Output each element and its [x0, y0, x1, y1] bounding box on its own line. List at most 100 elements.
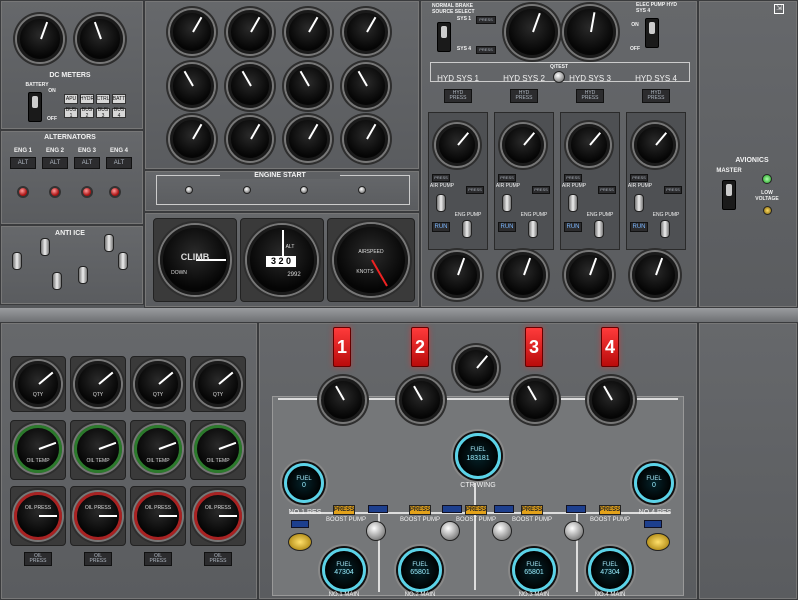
eng-pump-press-1: PRESS: [466, 186, 484, 194]
air-pump-label-4: AIR PUMP: [627, 183, 653, 189]
eng-pump-switch-2[interactable]: [528, 220, 538, 238]
engine-start-1[interactable]: [185, 186, 193, 194]
oil-press-gauge-2: OIL PRESS: [74, 492, 122, 540]
avionics-master-switch[interactable]: [722, 180, 736, 210]
dc-btn-bus1[interactable]: BUS 1: [64, 107, 78, 119]
right-blank-panel: [698, 322, 798, 600]
alt-3-switch[interactable]: [81, 186, 93, 198]
xfeed-valve-3[interactable]: [494, 505, 514, 513]
eng-pump-switch-1[interactable]: [462, 220, 472, 238]
elec-pump-switch[interactable]: [645, 18, 659, 48]
engine-egt-gauge-3: [286, 64, 330, 108]
fuel-no2-main-value: 65801: [410, 569, 430, 577]
oil-qty-label-3: QTY: [152, 392, 164, 398]
anti-ice-switch-4[interactable]: [78, 266, 88, 284]
oil-press-button-3[interactable]: OIL PRESS: [144, 552, 172, 566]
fuel-no1-main-gauge: FUEL 47304: [322, 548, 366, 592]
alt-2-switch[interactable]: [49, 186, 61, 198]
run-button-1[interactable]: RUN: [432, 222, 450, 232]
anti-ice-switch-3[interactable]: [52, 272, 62, 290]
alt-3-button[interactable]: ALT: [74, 157, 100, 169]
airspeed-label: AIRSPEED: [358, 249, 384, 255]
hyd-press-gauge-1: [436, 124, 478, 166]
fire-handle-4[interactable]: 4: [601, 327, 619, 367]
fire-handle-3[interactable]: 3: [525, 327, 543, 367]
brake-sys4-label: SYS 4: [456, 46, 472, 52]
air-pump-switch-3[interactable]: [568, 194, 578, 212]
crossfeed-knob-3[interactable]: [492, 521, 512, 541]
oil-press-button-1[interactable]: OIL PRESS: [24, 552, 52, 566]
crossfeed-knob-2[interactable]: [440, 521, 460, 541]
no4-main-label: NO.4 MAIN: [594, 592, 626, 598]
fuel-ctr-value: 183181: [466, 455, 490, 463]
brake-source-switch[interactable]: [437, 22, 451, 52]
oil-qty-gauge-4: QTY: [195, 361, 241, 407]
alt-2-button[interactable]: ALT: [42, 157, 68, 169]
xfeed-valve-4[interactable]: [566, 505, 586, 513]
engine-n1-gauge-3: [286, 10, 330, 54]
engine-n2-gauge-1: [170, 117, 214, 161]
crossfeed-knob-1[interactable]: [366, 521, 386, 541]
elec-pump-title: ELEC PUMP HYD SYS 4: [636, 2, 678, 14]
air-pump-switch-4[interactable]: [634, 194, 644, 212]
fuel-no1-res-gauge: FUEL 0: [284, 463, 324, 503]
no2-main-label: NO.2 MAIN: [404, 592, 436, 598]
brake-sys1-label: SYS 1: [456, 16, 472, 22]
fuel-cap-1[interactable]: [288, 533, 312, 551]
fire-handle-2[interactable]: 2: [411, 327, 429, 367]
boost-press-2: PRESS: [409, 505, 431, 515]
alt-4-button[interactable]: ALT: [106, 157, 132, 169]
dc-btn-bus3[interactable]: BUS 3: [96, 107, 110, 119]
eng-pump-switch-4[interactable]: [660, 220, 670, 238]
oil-press-button-4[interactable]: OIL PRESS: [204, 552, 232, 566]
res-valve-4[interactable]: [644, 520, 662, 528]
dc-btn-batt[interactable]: BATT: [112, 94, 126, 104]
fire-handle-1[interactable]: 1: [333, 327, 351, 367]
elec-pump-off-label: OFF: [630, 46, 640, 52]
oil-press-button-2[interactable]: OIL PRESS: [84, 552, 112, 566]
alternators-panel: [0, 130, 144, 225]
air-pump-switch-2[interactable]: [502, 194, 512, 212]
anti-ice-switch-6[interactable]: [118, 252, 128, 270]
xfeed-valve-2[interactable]: [442, 505, 462, 513]
engine-start-2[interactable]: [243, 186, 251, 194]
dc-btn-bus2[interactable]: BUS 2: [80, 107, 94, 119]
fuel-no4-main-title: FUEL: [602, 561, 618, 568]
crossfeed-knob-4[interactable]: [564, 521, 584, 541]
anti-ice-switch-5[interactable]: [104, 234, 114, 252]
oil-press-gauge-3: OIL PRESS: [134, 492, 182, 540]
engine-start-3[interactable]: [300, 186, 308, 194]
battery-off-label: OFF: [47, 116, 57, 122]
alt-1-switch[interactable]: [17, 186, 29, 198]
air-pump-switch-1[interactable]: [436, 194, 446, 212]
res-valve-1[interactable]: [291, 520, 309, 528]
run-button-2[interactable]: RUN: [498, 222, 516, 232]
eng-pump-label-1: ENG PUMP: [454, 212, 482, 218]
oil-qty-label-2: QTY: [92, 392, 104, 398]
engine-start-4[interactable]: [358, 186, 366, 194]
window-icon[interactable]: ⇲: [774, 4, 784, 14]
engine-start-title: ENGINE START: [220, 172, 340, 179]
run-button-3[interactable]: RUN: [564, 222, 582, 232]
battery-switch[interactable]: [28, 92, 42, 122]
alt-label: ALT: [285, 244, 295, 250]
dc-btn-ctrl[interactable]: CTRL: [96, 94, 110, 104]
anti-ice-switch-1[interactable]: [12, 252, 22, 270]
hyd-sys-label-2: HYD SYS 2: [503, 74, 545, 83]
oil-press-label-4: OIL PRESS: [204, 505, 232, 511]
dc-btn-bus4[interactable]: BUS 4: [112, 107, 126, 119]
alt-4-switch[interactable]: [109, 186, 121, 198]
eng-pump-label-3: ENG PUMP: [586, 212, 614, 218]
dc-btn-hydr[interactable]: HYDR: [80, 94, 94, 104]
dc-btn-apu[interactable]: APU: [64, 94, 78, 104]
eng-pump-switch-3[interactable]: [594, 220, 604, 238]
hyd-sys-label-3: HYD SYS 3: [569, 74, 611, 83]
anti-ice-switch-2[interactable]: [40, 238, 50, 256]
xfeed-valve-1[interactable]: [368, 505, 388, 513]
fuel-no3-main-title: FUEL: [526, 561, 542, 568]
run-button-4[interactable]: RUN: [630, 222, 648, 232]
air-pump-press-1: PRESS: [432, 174, 450, 182]
alternators-title: ALTERNATORS: [44, 134, 96, 141]
fuel-cap-4[interactable]: [646, 533, 670, 551]
alt-1-button[interactable]: ALT: [10, 157, 36, 169]
